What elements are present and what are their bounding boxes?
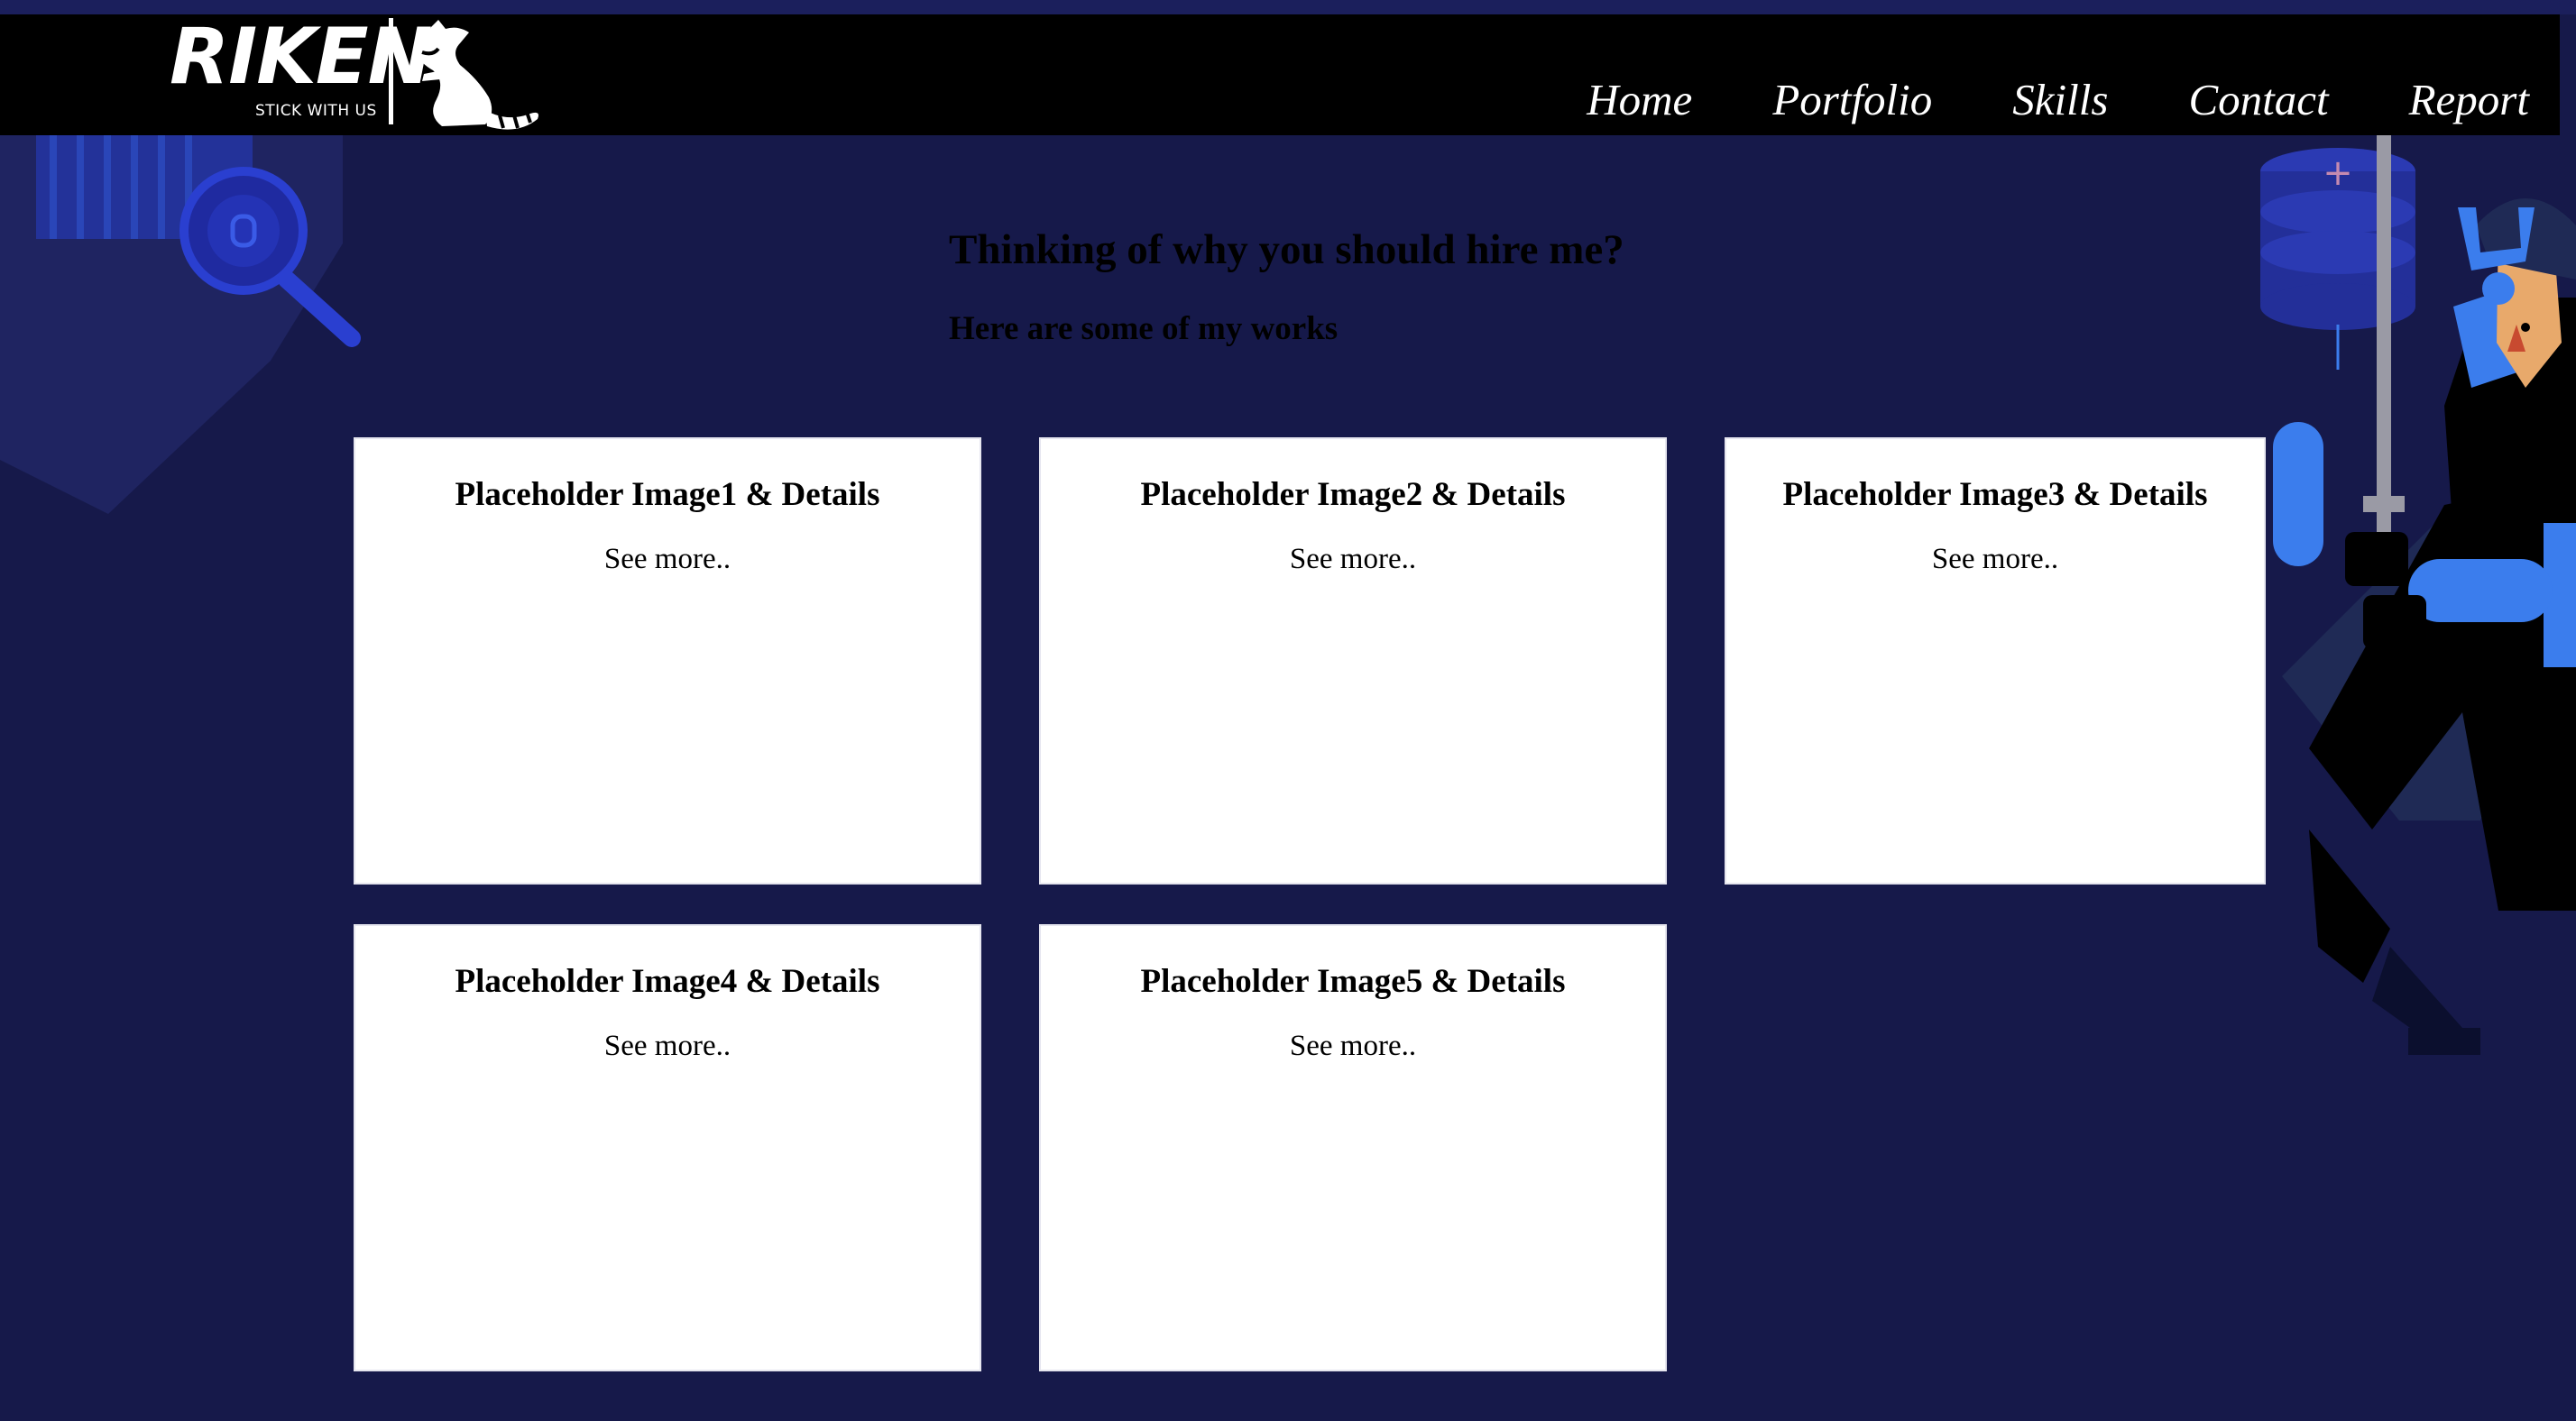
navbar: RIKEN STICK WITH US Home Portfolio Skill… bbox=[0, 14, 2560, 135]
portfolio-card-4[interactable]: Placeholder Image4 & Details See more.. bbox=[354, 924, 981, 1371]
card-title: Placeholder Image3 & Details bbox=[1782, 476, 2208, 513]
logo-divider bbox=[389, 18, 393, 124]
nav-portfolio[interactable]: Portfolio bbox=[1772, 74, 1932, 125]
see-more-link[interactable]: See more.. bbox=[1290, 1030, 1416, 1063]
nav-home[interactable]: Home bbox=[1587, 74, 1692, 125]
card-title: Placeholder Image1 & Details bbox=[455, 476, 880, 513]
see-more-link[interactable]: See more.. bbox=[1290, 543, 1416, 576]
portfolio-card-3[interactable]: Placeholder Image3 & Details See more.. bbox=[1725, 437, 2266, 885]
nav-contact[interactable]: Contact bbox=[2188, 74, 2328, 125]
card-title: Placeholder Image2 & Details bbox=[1140, 476, 1566, 513]
nav-report[interactable]: Report bbox=[2409, 74, 2529, 125]
page-heading: Thinking of why you should hire me? bbox=[949, 226, 1624, 273]
portfolio-card-2[interactable]: Placeholder Image2 & Details See more.. bbox=[1039, 437, 1667, 885]
portfolio-card-5[interactable]: Placeholder Image5 & Details See more.. bbox=[1039, 924, 1667, 1371]
page-subheading: Here are some of my works bbox=[949, 310, 1339, 347]
see-more-link[interactable]: See more.. bbox=[1932, 543, 2058, 576]
page: + RIKEN STICK WITH US Home Portfolio Ski… bbox=[0, 0, 2576, 1421]
raccoon-icon bbox=[415, 20, 538, 130]
nav-skills[interactable]: Skills bbox=[2012, 74, 2108, 125]
brand-logo[interactable]: RIKEN STICK WITH US bbox=[170, 14, 548, 135]
database-icon: + bbox=[2260, 148, 2415, 370]
card-title: Placeholder Image4 & Details bbox=[455, 963, 880, 1000]
see-more-link[interactable]: See more.. bbox=[604, 1030, 731, 1063]
samurai-illustration: + bbox=[2260, 135, 2576, 1055]
brand-tagline: STICK WITH US bbox=[255, 102, 377, 120]
main-nav: Home Portfolio Skills Contact Report bbox=[1587, 74, 2529, 125]
see-more-link[interactable]: See more.. bbox=[604, 543, 731, 576]
magnifier-bug-icon bbox=[0, 135, 361, 514]
svg-text:+: + bbox=[2323, 152, 2353, 194]
portfolio-card-1[interactable]: Placeholder Image1 & Details See more.. bbox=[354, 437, 981, 885]
card-title: Placeholder Image5 & Details bbox=[1140, 963, 1566, 1000]
